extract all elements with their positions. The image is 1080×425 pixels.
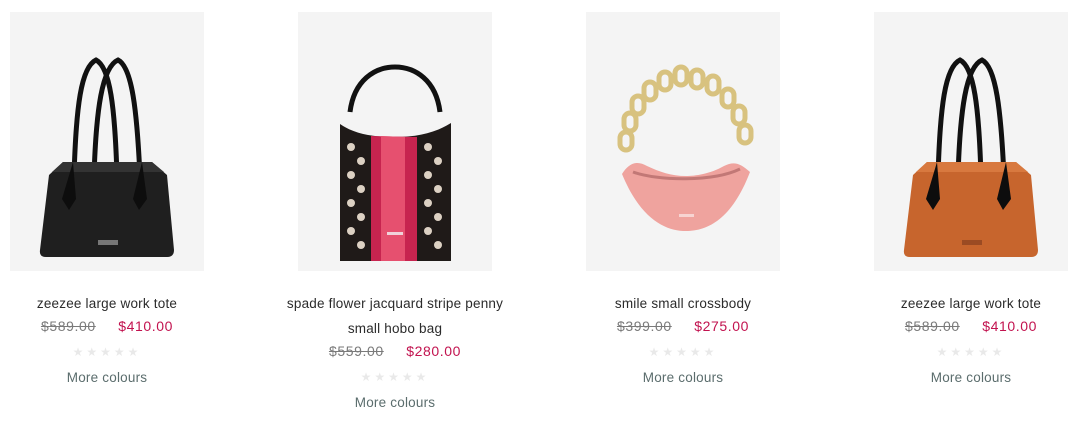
product-image[interactable] (586, 12, 780, 271)
product-image[interactable] (874, 12, 1068, 271)
original-price: $589.00 (904, 318, 960, 334)
price-row: $589.00 $410.00 (0, 318, 232, 334)
rating-stars: ★★★★★ (360, 370, 430, 384)
more-colours-link[interactable]: More colours (558, 370, 808, 385)
sale-price: $280.00 (406, 343, 462, 359)
brown-tote-bag-image (903, 57, 1038, 257)
product-card[interactable]: zeezee large work tote $589.00 $410.00 ★… (846, 12, 1080, 422)
original-price: $399.00 (616, 318, 672, 334)
product-image[interactable] (10, 12, 204, 271)
price-row: $589.00 $410.00 (846, 318, 1080, 334)
more-colours-link[interactable]: More colours (846, 370, 1080, 385)
product-title[interactable]: smile small crossbody (558, 291, 808, 316)
product-title[interactable]: zeezee large work tote (0, 291, 232, 316)
product-image[interactable] (298, 12, 492, 271)
original-price: $589.00 (40, 318, 96, 334)
more-colours-link[interactable]: More colours (0, 370, 232, 385)
original-price: $559.00 (328, 343, 384, 359)
rating-stars: ★★★★★ (72, 345, 142, 359)
product-title[interactable]: zeezee large work tote (846, 291, 1080, 316)
product-card[interactable]: zeezee large work tote $589.00 $410.00 ★… (0, 12, 232, 422)
rating-stars: ★★★★★ (936, 345, 1006, 359)
black-tote-bag-image (39, 57, 174, 257)
sale-price: $410.00 (118, 318, 174, 334)
price-row: $559.00 $280.00 (270, 343, 520, 359)
sale-price: $410.00 (982, 318, 1038, 334)
product-title[interactable]: spade flower jacquard stripe penny small… (270, 291, 520, 341)
more-colours-link[interactable]: More colours (270, 395, 520, 410)
product-card[interactable]: spade flower jacquard stripe penny small… (270, 12, 520, 422)
jacquard-hobo-bag-image (340, 64, 451, 261)
rating-stars: ★★★★★ (648, 345, 718, 359)
sale-price: $275.00 (694, 318, 750, 334)
pink-crossbody-bag-image (617, 64, 754, 231)
price-row: $399.00 $275.00 (558, 318, 808, 334)
product-card[interactable]: smile small crossbody $399.00 $275.00 ★★… (558, 12, 808, 422)
product-grid: zeezee large work tote $589.00 $410.00 ★… (0, 0, 1080, 425)
